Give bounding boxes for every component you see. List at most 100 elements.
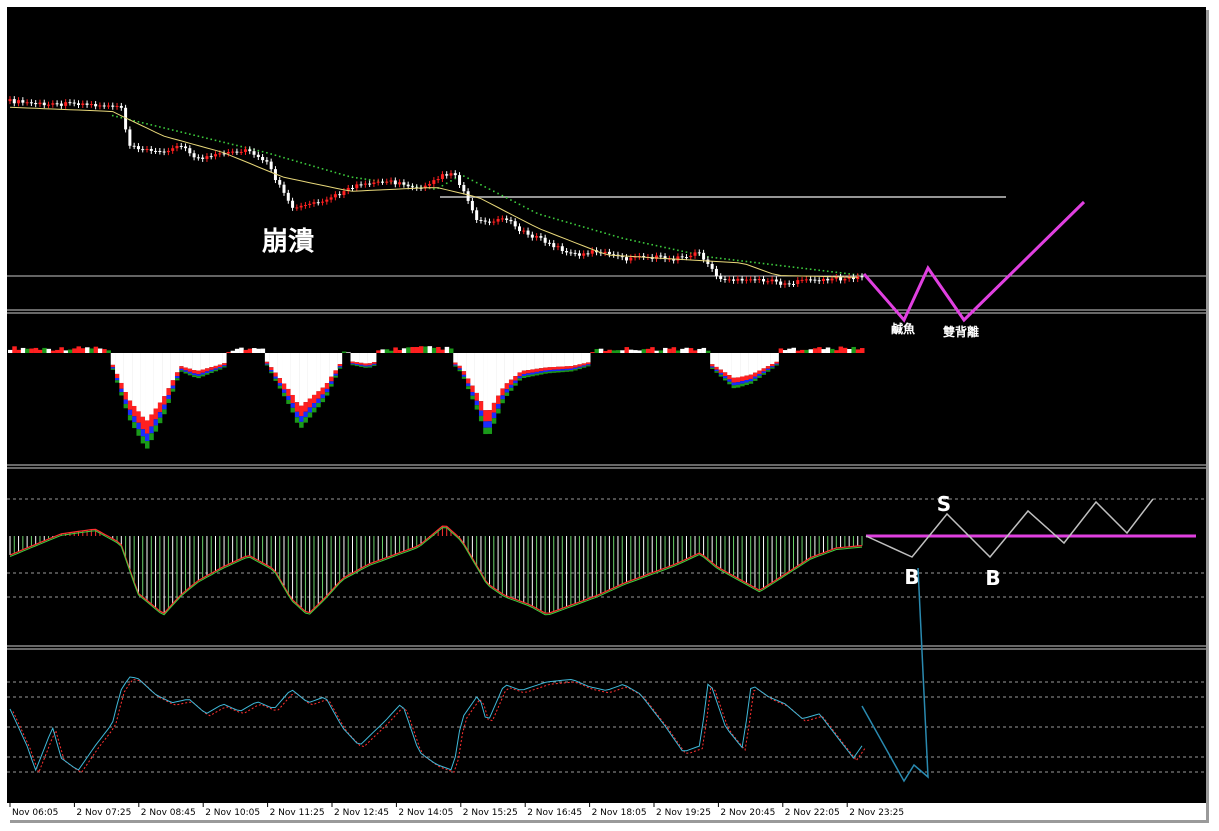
candle-body bbox=[817, 280, 821, 282]
hist-bar-small bbox=[431, 347, 437, 353]
psar-dot bbox=[471, 179, 474, 182]
hist-bar-small bbox=[688, 348, 694, 353]
hist-bar-white bbox=[474, 353, 480, 393]
candle-body bbox=[205, 156, 209, 159]
candle-body bbox=[179, 145, 183, 147]
hist-bar-red bbox=[153, 408, 159, 420]
psar-dot bbox=[488, 188, 491, 190]
hist-bar-white bbox=[209, 353, 214, 368]
candle-body bbox=[34, 103, 38, 105]
hist-bar-blue bbox=[269, 370, 274, 372]
hist-bar-blue bbox=[132, 416, 137, 423]
hist-bar-small bbox=[440, 349, 445, 353]
x-tick-label: 2 Nov 10:05 bbox=[205, 808, 260, 818]
hist-bar-small bbox=[234, 348, 240, 353]
hist-bar-white bbox=[354, 353, 360, 363]
hist-bar-white bbox=[119, 353, 124, 383]
candle-body bbox=[684, 257, 688, 259]
hist-bar-white bbox=[491, 353, 497, 403]
hist-bar-blue bbox=[140, 429, 146, 437]
candle-body bbox=[453, 173, 457, 176]
hist-bar-small bbox=[821, 349, 826, 353]
hist-bar-white bbox=[290, 353, 296, 395]
hist-bar-red bbox=[316, 391, 321, 399]
psar-dot bbox=[501, 194, 504, 197]
hist-bar-red bbox=[329, 376, 334, 382]
hist-bar-white bbox=[145, 353, 150, 421]
hist-bar-blue bbox=[478, 410, 484, 416]
hist-bar-green bbox=[470, 395, 475, 400]
hist-bar-red bbox=[560, 366, 565, 370]
psar-dot bbox=[762, 262, 765, 265]
candle-body bbox=[839, 277, 843, 281]
psar-dot bbox=[111, 114, 114, 117]
hist-bar-red bbox=[508, 379, 514, 385]
hist-bar-white bbox=[757, 353, 762, 371]
hist-bar-green bbox=[774, 364, 779, 366]
hist-bar-small bbox=[410, 347, 415, 353]
hist-bar-blue bbox=[474, 400, 480, 406]
hist-bar-small bbox=[252, 348, 257, 353]
candle-body bbox=[522, 230, 526, 232]
hist-bar-small bbox=[89, 348, 94, 353]
hist-bar-red bbox=[337, 364, 343, 367]
hist-bar-red bbox=[179, 366, 184, 369]
psar-dot bbox=[141, 122, 144, 124]
hist-bar-blue bbox=[560, 369, 565, 371]
psar-dot bbox=[771, 263, 773, 266]
hist-bar-white bbox=[196, 353, 201, 371]
hist-bar-green bbox=[581, 366, 587, 368]
psar-dot bbox=[741, 260, 743, 262]
candle-body bbox=[158, 150, 162, 152]
candle-body bbox=[830, 278, 834, 281]
hist-bar-red bbox=[303, 402, 308, 412]
psar-dot bbox=[544, 215, 546, 217]
hist-bar-green bbox=[504, 392, 510, 396]
time-axis: Nov 06:05 2 Nov 07:25 2 Nov 08:45 2 Nov 10:… bbox=[7, 803, 1206, 820]
hist-bar-blue bbox=[174, 376, 180, 379]
hist-bar-red bbox=[761, 368, 767, 372]
psar-dot bbox=[218, 140, 221, 143]
hist-bar-red bbox=[487, 410, 493, 422]
hist-bar-blue bbox=[157, 412, 163, 418]
psar-dot bbox=[557, 218, 559, 221]
hist-bar-small bbox=[72, 348, 77, 353]
hist-bar-white bbox=[483, 353, 488, 411]
x-tick-label: Nov 06:05 bbox=[12, 808, 58, 818]
hist-bar-green bbox=[196, 376, 201, 379]
candle-body bbox=[64, 102, 68, 106]
hist-bar-white bbox=[581, 353, 587, 364]
hist-bar-white bbox=[774, 353, 779, 362]
hist-bar-green bbox=[299, 421, 304, 428]
psar-dot bbox=[283, 156, 285, 159]
hist-bar-red bbox=[127, 400, 133, 410]
candle-body bbox=[68, 102, 72, 104]
candle-body bbox=[376, 181, 380, 183]
psar-dot bbox=[368, 178, 371, 181]
hist-bar-red bbox=[770, 364, 775, 367]
hist-bar-green bbox=[744, 382, 749, 386]
psar-dot bbox=[261, 150, 264, 153]
psar-dot bbox=[360, 177, 362, 180]
psar-dot bbox=[450, 180, 452, 182]
hist-bar-small bbox=[804, 349, 809, 353]
candle-body bbox=[860, 276, 864, 278]
hist-bar-blue bbox=[765, 368, 771, 371]
hist-bar-red bbox=[744, 375, 749, 381]
hist-bar-blue bbox=[299, 416, 304, 422]
x-tick-label: 2 Nov 16:45 bbox=[527, 808, 582, 818]
hist-bar-blue bbox=[521, 374, 527, 377]
candle-body bbox=[526, 230, 530, 235]
candle-body bbox=[316, 202, 320, 204]
x-tick-label: 2 Nov 11:25 bbox=[270, 808, 325, 818]
hist-bar-small bbox=[637, 350, 642, 353]
psar-dot bbox=[788, 265, 791, 268]
hist-bar-blue bbox=[311, 403, 317, 408]
hist-bar-white bbox=[367, 353, 373, 364]
hist-bar-red bbox=[483, 410, 488, 422]
hist-bar-blue bbox=[136, 422, 141, 430]
candle-body bbox=[843, 278, 847, 281]
hist-bar-blue bbox=[491, 412, 497, 419]
hist-bar-white bbox=[363, 353, 368, 364]
hist-bar-blue bbox=[748, 378, 754, 382]
